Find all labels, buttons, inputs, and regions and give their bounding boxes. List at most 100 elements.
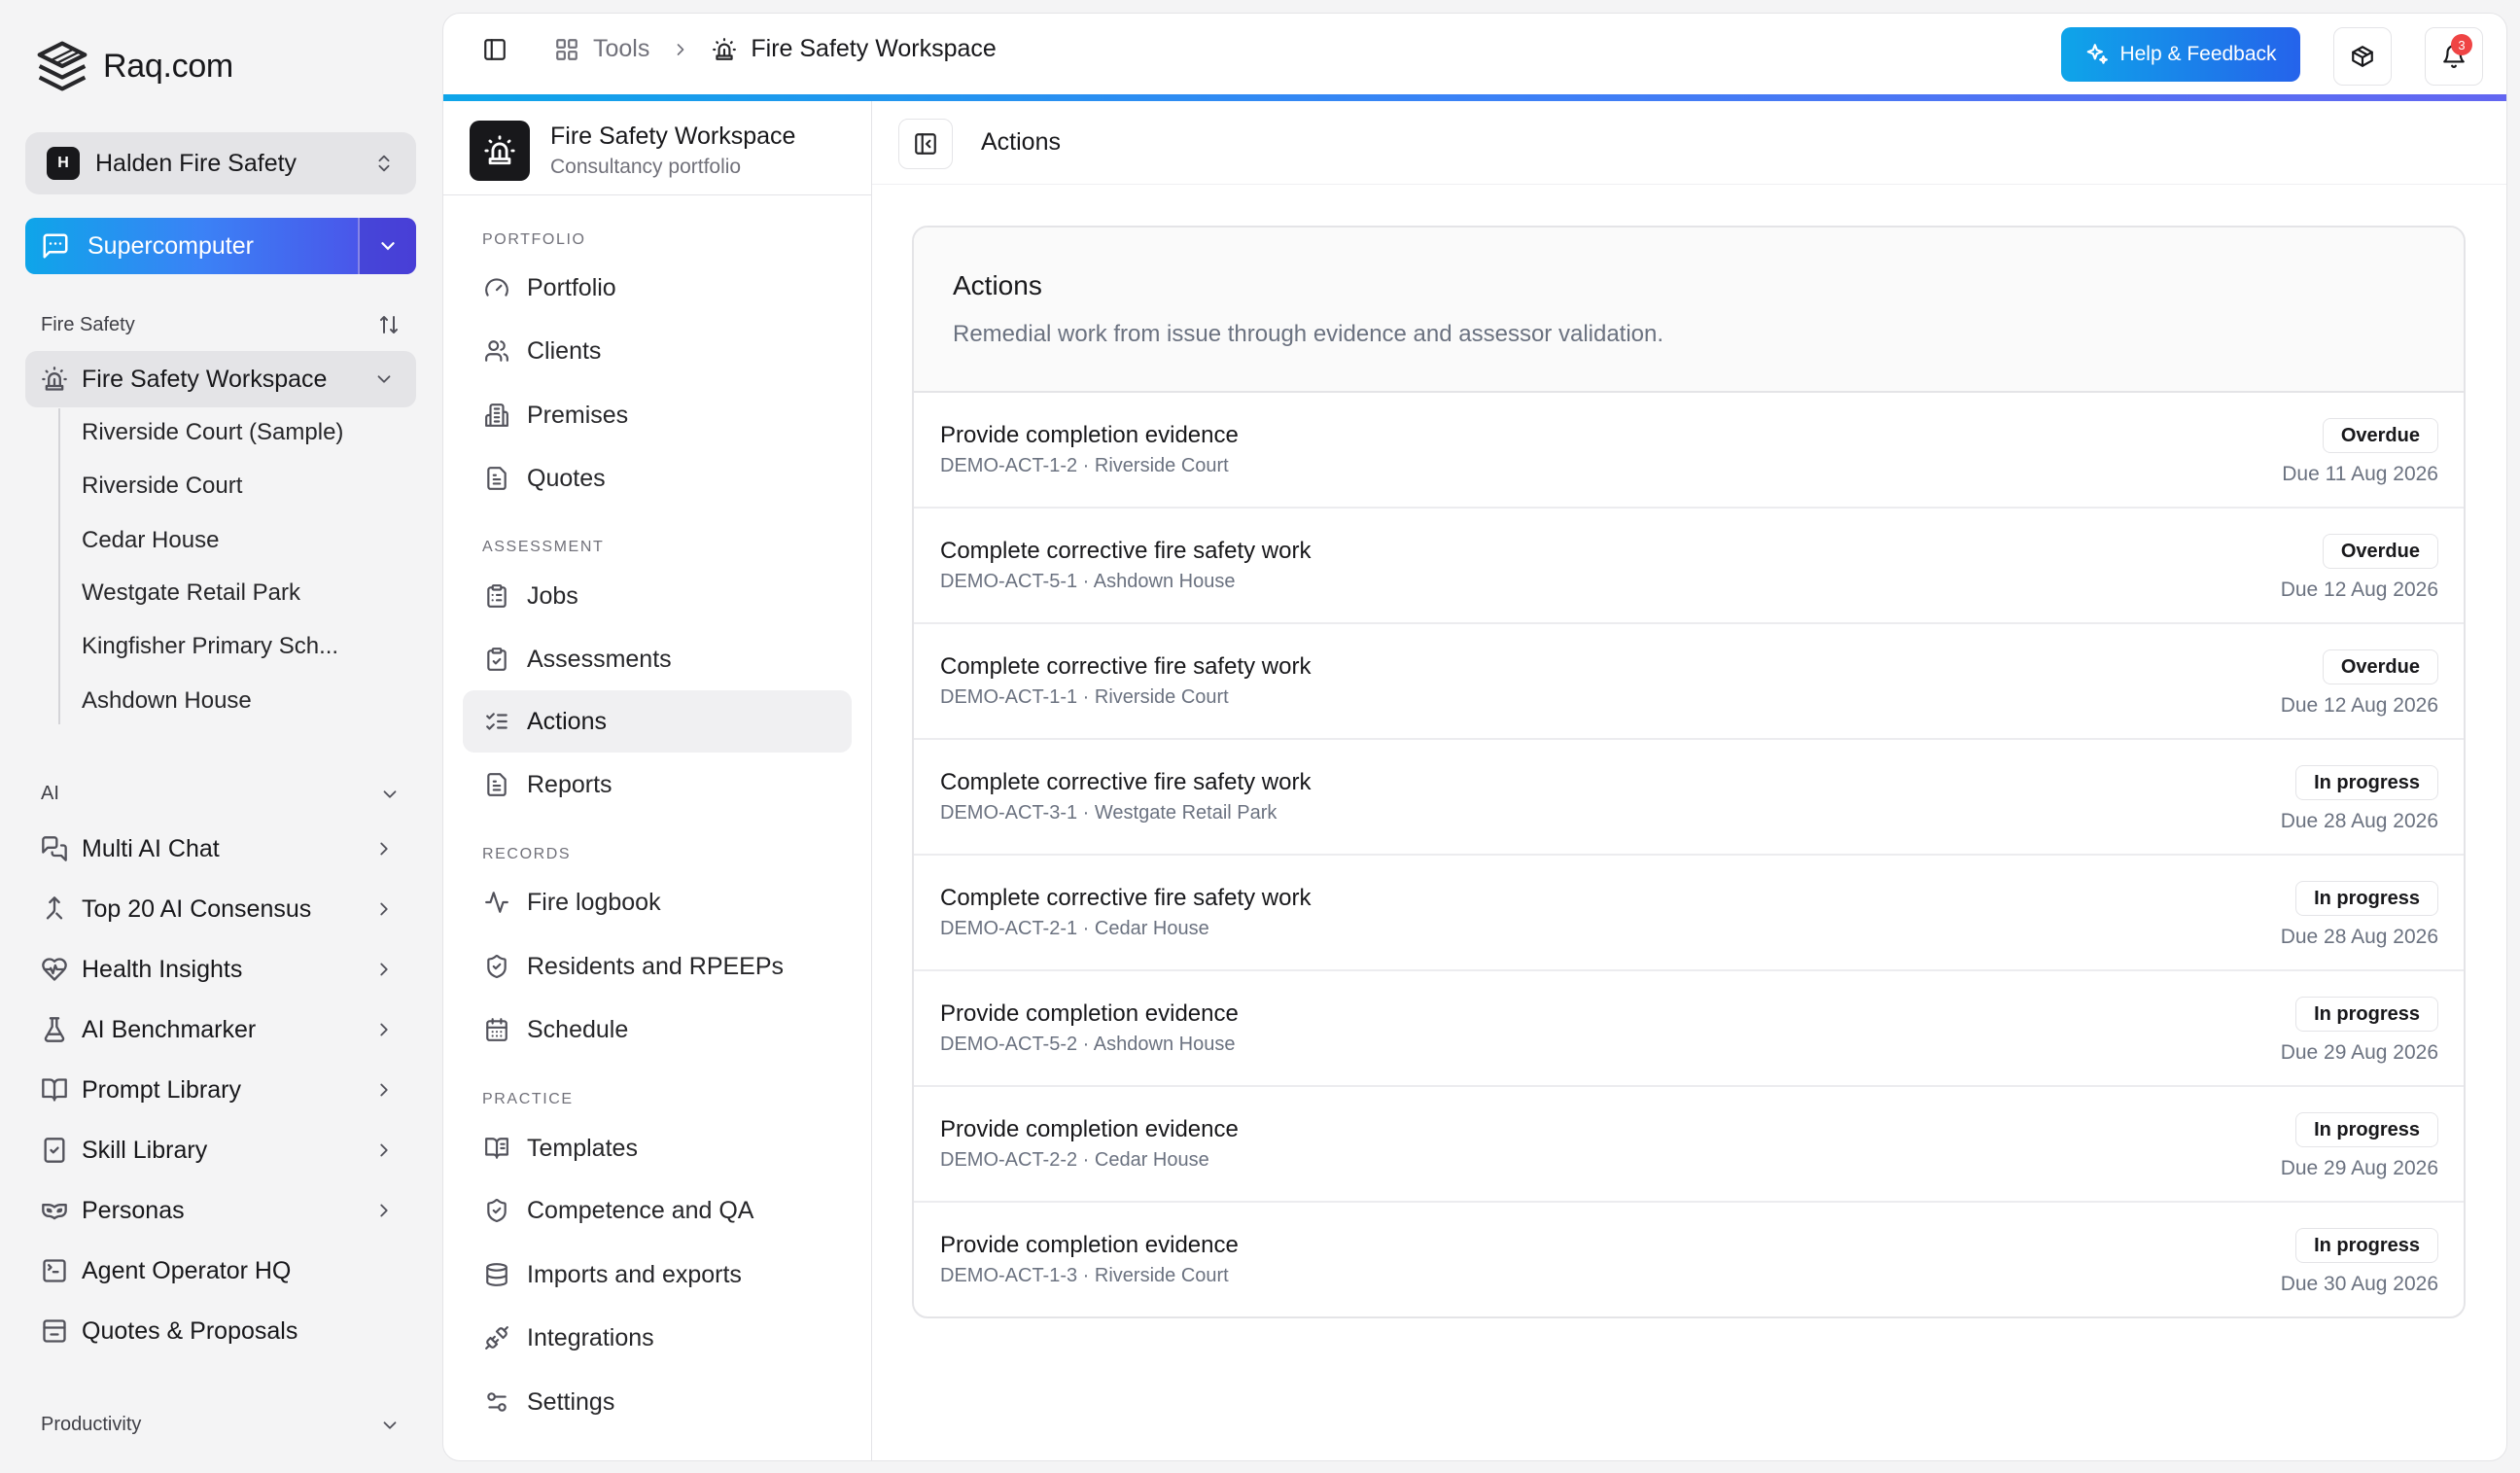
brand[interactable]: Raq.com	[35, 39, 233, 93]
chevrons-up-down-icon	[373, 153, 395, 174]
activity-icon	[484, 890, 509, 915]
chevron-down-icon[interactable]	[373, 368, 395, 390]
sidebar-item-quotes-proposals[interactable]: Quotes & Proposals	[25, 1303, 416, 1359]
breadcrumb: Tools Fire Safety Workspace	[482, 35, 997, 63]
sidebar-item-top-20-ai-consensus[interactable]: Top 20 AI Consensus	[25, 881, 416, 937]
org-switcher[interactable]: H Halden Fire Safety	[25, 132, 416, 194]
supercomputer-label: Supercomputer	[88, 231, 254, 260]
nav-label: Settings	[527, 1387, 615, 1416]
brand-name: Raq.com	[103, 47, 233, 85]
nav-jobs[interactable]: Jobs	[463, 565, 852, 627]
sidebar-site-item[interactable]: Westgate Retail Park	[82, 579, 300, 607]
nav-reports[interactable]: Reports	[463, 754, 852, 816]
action-row[interactable]: Provide completion evidence DEMO-ACT-1-3 …	[914, 1203, 2464, 1316]
clipboard-check-icon	[484, 647, 509, 672]
breadcrumb-current: Fire Safety Workspace	[751, 35, 997, 62]
chevron-right-icon[interactable]	[373, 838, 395, 859]
workspace-nav: Fire Safety Workspace Consultancy portfo…	[443, 101, 872, 1460]
sidebar-site-item[interactable]: Ashdown House	[82, 687, 252, 715]
book-open-icon	[41, 1076, 68, 1104]
nav-actions[interactable]: Actions	[463, 690, 852, 753]
status-badge: In progress	[2295, 997, 2438, 1032]
nav-group-practice: PRACTICE	[482, 1091, 574, 1107]
action-title: Provide completion evidence	[940, 422, 1239, 448]
sidebar-site-item[interactable]: Riverside Court	[82, 473, 242, 500]
help-feedback-button[interactable]: Help & Feedback	[2061, 27, 2300, 82]
nav-label: Portfolio	[527, 273, 616, 301]
sidebar-item-multi-ai-chat[interactable]: Multi AI Chat	[25, 821, 416, 877]
chevron-right-icon[interactable]	[373, 1200, 395, 1221]
section-title: AI	[41, 783, 59, 804]
action-meta: DEMO-ACT-5-2 · Ashdown House	[940, 1034, 1236, 1055]
action-meta: DEMO-ACT-3-1 · Westgate Retail Park	[940, 802, 1278, 824]
sparkles-icon	[2084, 42, 2110, 67]
section-ai[interactable]: AI	[41, 783, 401, 805]
help-feedback-label: Help & Feedback	[2119, 43, 2277, 65]
nav-competence-qa[interactable]: Competence and QA	[463, 1179, 852, 1242]
nav-settings[interactable]: Settings	[463, 1371, 852, 1433]
action-title: Complete corrective fire safety work	[940, 538, 1312, 564]
chevron-right-icon[interactable]	[373, 959, 395, 980]
nav-label: Schedule	[527, 1015, 629, 1043]
workspace-header: Fire Safety Workspace Consultancy portfo…	[443, 101, 872, 195]
nav-templates[interactable]: Templates	[463, 1117, 852, 1179]
sidebar-site-item[interactable]: Cedar House	[82, 527, 219, 554]
chevron-right-icon[interactable]	[373, 898, 395, 920]
section-title: Fire Safety	[41, 313, 135, 335]
sidebar-site-item[interactable]: Riverside Court (Sample)	[82, 419, 343, 446]
chevron-right-icon[interactable]	[373, 1079, 395, 1101]
action-row[interactable]: Complete corrective fire safety work DEMO…	[914, 509, 2464, 624]
sidebar-item-fire-safety-workspace[interactable]: Fire Safety Workspace	[25, 351, 416, 407]
collapse-nav-button[interactable]	[898, 119, 953, 169]
chevron-down-icon[interactable]	[379, 1415, 401, 1436]
heart-pulse-icon	[41, 956, 68, 983]
sidebar-site-item[interactable]: Kingfisher Primary Sch...	[82, 633, 338, 660]
nav-fire-logbook[interactable]: Fire logbook	[463, 871, 852, 933]
section-productivity[interactable]: Productivity	[41, 1414, 401, 1436]
action-row[interactable]: Provide completion evidence DEMO-ACT-1-2 …	[914, 393, 2464, 509]
chevron-down-icon[interactable]	[379, 784, 401, 805]
notifications-button[interactable]: 3	[2425, 27, 2483, 86]
card-description: Remedial work from issue through evidenc…	[953, 321, 1664, 347]
accent-bar	[443, 94, 2506, 101]
org-name: Halden Fire Safety	[95, 149, 298, 177]
sidebar-item-health-insights[interactable]: Health Insights	[25, 941, 416, 998]
app-sidebar: Raq.com H Halden Fire Safety Supercomput…	[0, 0, 442, 1473]
action-row[interactable]: Provide completion evidence DEMO-ACT-2-2 …	[914, 1087, 2464, 1203]
nav-quotes[interactable]: Quotes	[463, 447, 852, 509]
nav-label: Fire logbook	[527, 888, 661, 916]
action-title: Provide completion evidence	[940, 1000, 1239, 1027]
sidebar-item-label: Multi AI Chat	[82, 834, 220, 862]
nav-residents-rpeeps[interactable]: Residents and RPEEPs	[463, 935, 852, 998]
package-button[interactable]	[2333, 27, 2392, 86]
sidebar-item-prompt-library[interactable]: Prompt Library	[25, 1062, 416, 1118]
sidebar-item-skill-library[interactable]: Skill Library	[25, 1122, 416, 1178]
sidebar-item-agent-operator-hq[interactable]: Agent Operator HQ	[25, 1243, 416, 1299]
nav-clients[interactable]: Clients	[463, 320, 852, 382]
supercomputer-button[interactable]: Supercomputer	[25, 218, 416, 274]
nav-premises[interactable]: Premises	[463, 384, 852, 446]
sidebar-item-personas[interactable]: Personas	[25, 1182, 416, 1239]
sort-icon[interactable]	[377, 313, 401, 336]
status-badge: In progress	[2295, 1112, 2438, 1147]
flask-icon	[41, 1016, 68, 1043]
nav-schedule[interactable]: Schedule	[463, 999, 852, 1061]
action-row[interactable]: Complete corrective fire safety work DEMO…	[914, 740, 2464, 856]
nav-label: Assessments	[527, 645, 672, 673]
action-row[interactable]: Complete corrective fire safety work DEMO…	[914, 624, 2464, 740]
nav-portfolio[interactable]: Portfolio	[463, 257, 852, 319]
sidebar-item-ai-benchmarker[interactable]: AI Benchmarker	[25, 1001, 416, 1058]
nav-assessments[interactable]: Assessments	[463, 628, 852, 690]
nav-integrations[interactable]: Integrations	[463, 1307, 852, 1369]
action-title: Complete corrective fire safety work	[940, 769, 1312, 795]
action-row[interactable]: Complete corrective fire safety work DEMO…	[914, 856, 2464, 971]
chevron-right-icon[interactable]	[373, 1140, 395, 1161]
chevron-right-icon[interactable]	[373, 1019, 395, 1040]
breadcrumb-tools[interactable]: Tools	[593, 35, 649, 63]
chevron-down-icon	[381, 242, 395, 251]
supercomputer-dropdown[interactable]	[358, 218, 416, 274]
action-row[interactable]: Provide completion evidence DEMO-ACT-5-2 …	[914, 971, 2464, 1087]
nav-label: Quotes	[527, 464, 606, 492]
nav-imports-exports[interactable]: Imports and exports	[463, 1244, 852, 1306]
sidebar-toggle-icon[interactable]	[482, 37, 508, 62]
